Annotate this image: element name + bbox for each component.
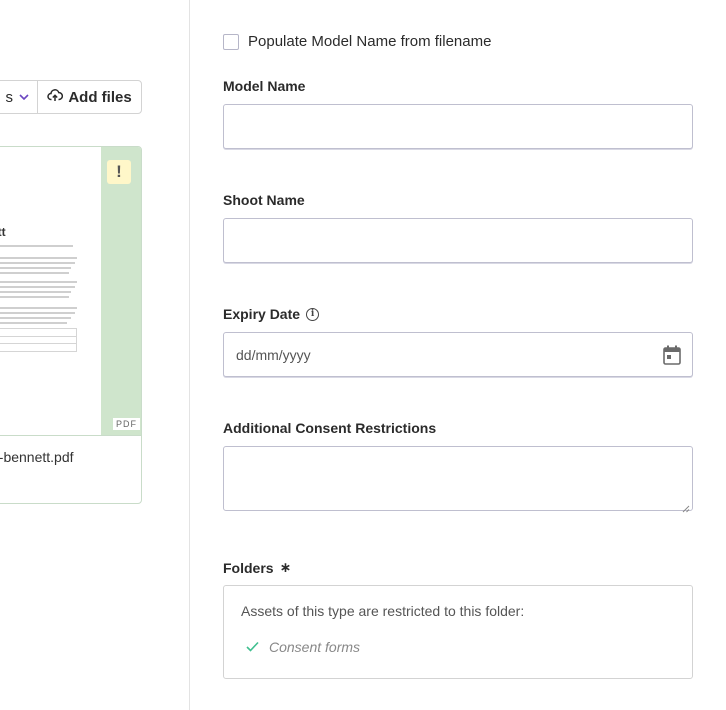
required-icon: ∗ xyxy=(279,559,292,575)
thumbnail-line xyxy=(0,272,69,274)
file-name: a-bennett.pdf xyxy=(0,449,74,465)
thumbnail-line xyxy=(0,257,77,259)
model-name-input[interactable] xyxy=(223,104,693,149)
upload-panel: s Add files ett xyxy=(0,0,190,710)
thumbnail-box xyxy=(0,336,77,352)
folders-label: Folders ∗ xyxy=(223,559,291,576)
populate-model-name-checkbox[interactable] xyxy=(223,33,239,50)
thumbnail-line xyxy=(0,262,75,264)
thumbnail-line xyxy=(0,322,67,324)
card-divider xyxy=(0,435,141,436)
file-card[interactable]: ett ! PDF a-bennett.pdf xyxy=(0,146,142,504)
check-icon xyxy=(246,639,259,655)
info-icon[interactable]: i xyxy=(306,307,320,321)
folders-box: Assets of this type are restricted to th… xyxy=(223,585,693,679)
expiry-date-label-text: Expiry Date xyxy=(223,306,301,322)
expiry-date-label: Expiry Date i xyxy=(223,306,320,322)
add-files-button[interactable]: Add files xyxy=(38,81,141,113)
warning-icon[interactable]: ! xyxy=(107,160,131,184)
consent-restrictions-label-text: Additional Consent Restrictions xyxy=(223,420,437,436)
thumbnail-line xyxy=(0,245,73,247)
shoot-name-label: Shoot Name xyxy=(223,192,305,208)
consent-restrictions-textarea[interactable] xyxy=(223,446,693,513)
calendar-icon[interactable] xyxy=(663,345,681,365)
folder-item: Consent forms xyxy=(246,639,360,655)
populate-model-name-row[interactable]: Populate Model Name from filename xyxy=(223,33,491,50)
thumbnail-line xyxy=(0,296,69,298)
document-thumbnail: ett xyxy=(0,147,101,435)
thumbnail-line xyxy=(0,317,71,319)
thumbnail-line xyxy=(0,307,77,309)
thumbnail-line xyxy=(0,281,77,283)
chevron-down-icon xyxy=(19,91,29,103)
shoot-name-input[interactable] xyxy=(223,218,693,263)
shoot-name-label-text: Shoot Name xyxy=(223,192,305,208)
expiry-date-input[interactable]: dd/mm/yyyy xyxy=(223,332,693,377)
expiry-date-placeholder: dd/mm/yyyy xyxy=(236,346,311,363)
upload-toolbar: s Add files xyxy=(0,80,142,114)
file-type-badge: PDF xyxy=(113,418,140,430)
add-files-label: Add files xyxy=(68,88,132,106)
populate-model-name-label: Populate Model Name from filename xyxy=(248,33,492,50)
thumbnail-line xyxy=(0,312,75,314)
cloud-upload-icon xyxy=(47,87,64,107)
thumbnail-line xyxy=(0,267,71,269)
model-name-label: Model Name xyxy=(223,78,305,94)
resize-handle-icon[interactable] xyxy=(682,500,690,513)
view-dropdown[interactable]: s xyxy=(0,81,38,113)
folder-item-label: Consent forms xyxy=(269,639,361,655)
folders-note: Assets of this type are restricted to th… xyxy=(241,603,525,619)
consent-restrictions-label: Additional Consent Restrictions xyxy=(223,420,436,436)
view-dropdown-label: s xyxy=(5,88,14,106)
folders-label-text: Folders xyxy=(223,559,274,576)
thumbnail-line xyxy=(0,286,75,288)
thumbnail-title: ett xyxy=(0,225,6,239)
file-status-strip xyxy=(101,147,141,435)
thumbnail-line xyxy=(0,291,71,293)
model-name-label-text: Model Name xyxy=(223,78,306,94)
